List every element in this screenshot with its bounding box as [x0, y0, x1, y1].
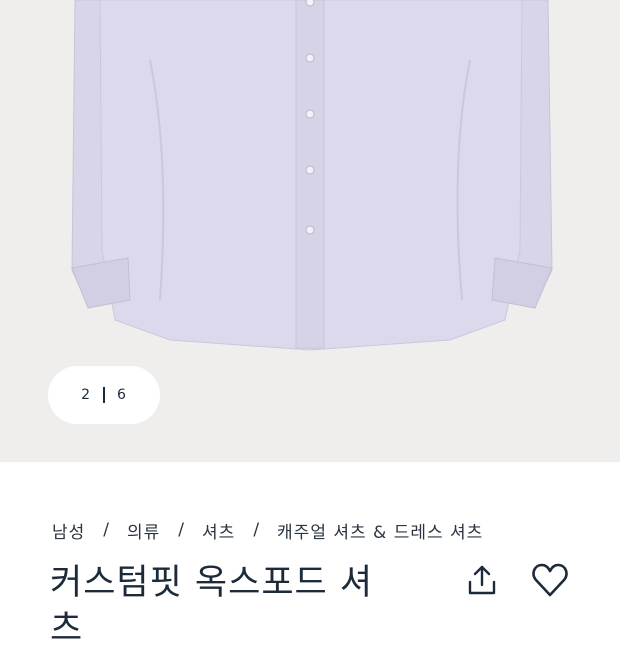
- breadcrumb-item[interactable]: 남성: [52, 518, 85, 543]
- favorite-button[interactable]: [530, 560, 570, 600]
- breadcrumb-separator: /: [103, 520, 110, 540]
- breadcrumb-item[interactable]: 셔츠: [202, 518, 235, 543]
- breadcrumb-separator: /: [178, 520, 185, 540]
- share-icon: [468, 565, 496, 595]
- breadcrumb-item[interactable]: 의류: [127, 518, 160, 543]
- current-image-index: 2: [81, 387, 91, 403]
- heart-icon: [532, 563, 568, 597]
- image-counter: 2 6: [48, 366, 160, 424]
- breadcrumb: 남성 / 의류 / 셔츠 / 캐주얼 셔츠 & 드레스 셔츠: [52, 518, 483, 543]
- breadcrumb-item[interactable]: 캐주얼 셔츠 & 드레스 셔츠: [277, 518, 483, 543]
- total-image-count: 6: [117, 387, 127, 403]
- breadcrumb-separator: /: [253, 520, 260, 540]
- share-button[interactable]: [462, 560, 502, 600]
- counter-divider: [103, 387, 105, 403]
- product-title: 커스텀핏 옥스포드 셔츠: [50, 563, 374, 649]
- product-image-gallery[interactable]: 2 6: [0, 0, 620, 462]
